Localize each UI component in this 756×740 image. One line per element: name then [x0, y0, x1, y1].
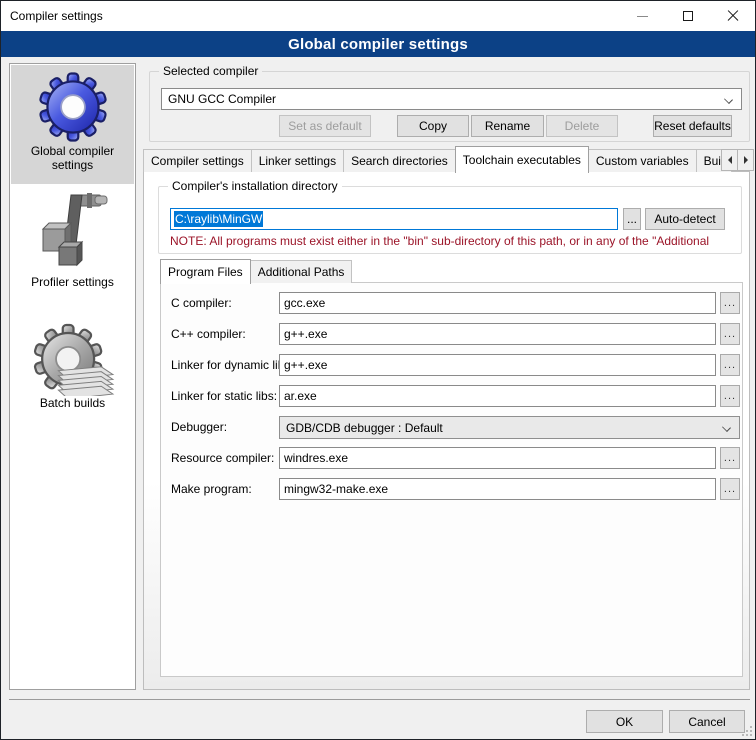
field-label: Debugger: — [171, 420, 227, 434]
install-directory-note: NOTE: All programs must exist either in … — [170, 234, 742, 248]
install-directory-selected-text: C:\raylib\MinGW — [174, 211, 263, 227]
banner-title: Global compiler settings — [288, 36, 468, 53]
debugger-select-value: GDB/CDB debugger : Default — [286, 421, 443, 435]
tab-linker-settings[interactable]: Linker settings — [251, 149, 344, 172]
tab-search-directories[interactable]: Search directories — [343, 149, 456, 172]
reset-defaults-button[interactable]: Reset defaults — [653, 115, 732, 137]
gear-blue-icon — [35, 70, 111, 144]
static-linker-input[interactable] — [279, 385, 716, 407]
chevron-down-icon — [722, 423, 731, 432]
chevron-down-icon — [724, 95, 733, 104]
caliper-icon — [31, 191, 115, 275]
sidebar-item-label: Profiler settings — [23, 275, 123, 289]
field-label: Linker for dynamic libs: — [171, 358, 294, 372]
field-row: Make program: ... — [161, 478, 742, 501]
sidebar-item-profiler-settings[interactable]: Profiler settings — [11, 191, 134, 291]
compiler-select-value: GNU GCC Compiler — [168, 92, 276, 106]
ok-button[interactable]: OK — [586, 710, 663, 733]
tab-toolchain-executables[interactable]: Toolchain executables — [455, 146, 589, 173]
minimize-button[interactable] — [620, 1, 665, 31]
arrow-right-icon — [744, 156, 752, 164]
tab-program-files[interactable]: Program Files — [160, 259, 251, 284]
field-row: C++ compiler: ... — [161, 323, 742, 346]
footer-divider — [9, 699, 750, 700]
sidebar-item-global-compiler-settings[interactable]: Global compiler settings — [11, 65, 134, 184]
field-label: Linker for static libs: — [171, 389, 277, 403]
field-label: Make program: — [171, 482, 252, 496]
browse-cpp-compiler-button[interactable]: ... — [720, 323, 740, 345]
program-files-panel: C compiler: ... C++ compiler: ... Linker… — [160, 282, 743, 677]
maximize-icon — [683, 11, 693, 21]
browse-resource-compiler-button[interactable]: ... — [720, 447, 740, 469]
debugger-select[interactable]: GDB/CDB debugger : Default — [279, 416, 740, 439]
sidebar-item-batch-builds[interactable]: Batch builds — [11, 322, 134, 416]
titlebar[interactable]: Compiler settings — [1, 1, 755, 31]
close-button[interactable] — [710, 1, 755, 31]
field-row: Debugger: GDB/CDB debugger : Default — [161, 416, 742, 439]
minimize-icon — [637, 16, 648, 17]
field-label: C++ compiler: — [171, 327, 246, 341]
group-label: Compiler's installation directory — [168, 179, 342, 193]
field-row: C compiler: ... — [161, 292, 742, 315]
compiler-settings-dialog: Compiler settings Global compiler settin… — [0, 0, 756, 740]
install-directory-input[interactable]: C:\raylib\MinGW — [170, 208, 618, 230]
tab-compiler-settings[interactable]: Compiler settings — [143, 149, 252, 172]
resize-grip[interactable] — [742, 726, 752, 736]
c-compiler-input[interactable] — [279, 292, 716, 314]
group-label: Selected compiler — [159, 64, 262, 78]
browse-install-directory-button[interactable]: ... — [623, 208, 641, 230]
settings-category-list: Global compiler settings — [9, 63, 136, 690]
cancel-button[interactable]: Cancel — [669, 710, 745, 733]
field-label: Resource compiler: — [171, 451, 274, 465]
dynamic-linker-input[interactable] — [279, 354, 716, 376]
field-row: Linker for static libs: ... — [161, 385, 742, 408]
window-title: Compiler settings — [10, 1, 103, 31]
delete-button[interactable]: Delete — [546, 115, 618, 137]
gear-stack-icon — [30, 322, 116, 396]
compiler-select[interactable]: GNU GCC Compiler — [161, 88, 742, 110]
resource-compiler-input[interactable] — [279, 447, 716, 469]
tab-additional-paths[interactable]: Additional Paths — [250, 260, 353, 283]
settings-tabbar: Compiler settings Linker settings Search… — [143, 148, 754, 172]
tab-custom-variables[interactable]: Custom variables — [588, 149, 697, 172]
copy-button[interactable]: Copy — [397, 115, 469, 137]
tab-scroll-right-button[interactable] — [737, 149, 754, 171]
browse-dynamic-linker-button[interactable]: ... — [720, 354, 740, 376]
field-row: Resource compiler: ... — [161, 447, 742, 470]
set-as-default-button[interactable]: Set as default — [279, 115, 371, 137]
sidebar-item-label: Global compiler settings — [23, 144, 123, 172]
browse-make-program-button[interactable]: ... — [720, 478, 740, 500]
auto-detect-button[interactable]: Auto-detect — [645, 208, 725, 230]
browse-static-linker-button[interactable]: ... — [720, 385, 740, 407]
toolchain-executables-page: Compiler's installation directory C:\ray… — [143, 171, 750, 690]
cpp-compiler-input[interactable] — [279, 323, 716, 345]
field-label: C compiler: — [171, 296, 232, 310]
field-row: Linker for dynamic libs: ... — [161, 354, 742, 377]
dialog-banner: Global compiler settings — [1, 31, 755, 57]
tab-scroll-left-button[interactable] — [721, 149, 738, 171]
arrow-left-icon — [724, 156, 732, 164]
program-files-tabbar: Program Files Additional Paths — [160, 260, 352, 283]
close-icon — [727, 10, 739, 22]
make-program-input[interactable] — [279, 478, 716, 500]
rename-button[interactable]: Rename — [471, 115, 544, 137]
sidebar-item-label: Batch builds — [23, 396, 123, 410]
maximize-button[interactable] — [665, 1, 710, 31]
browse-c-compiler-button[interactable]: ... — [720, 292, 740, 314]
